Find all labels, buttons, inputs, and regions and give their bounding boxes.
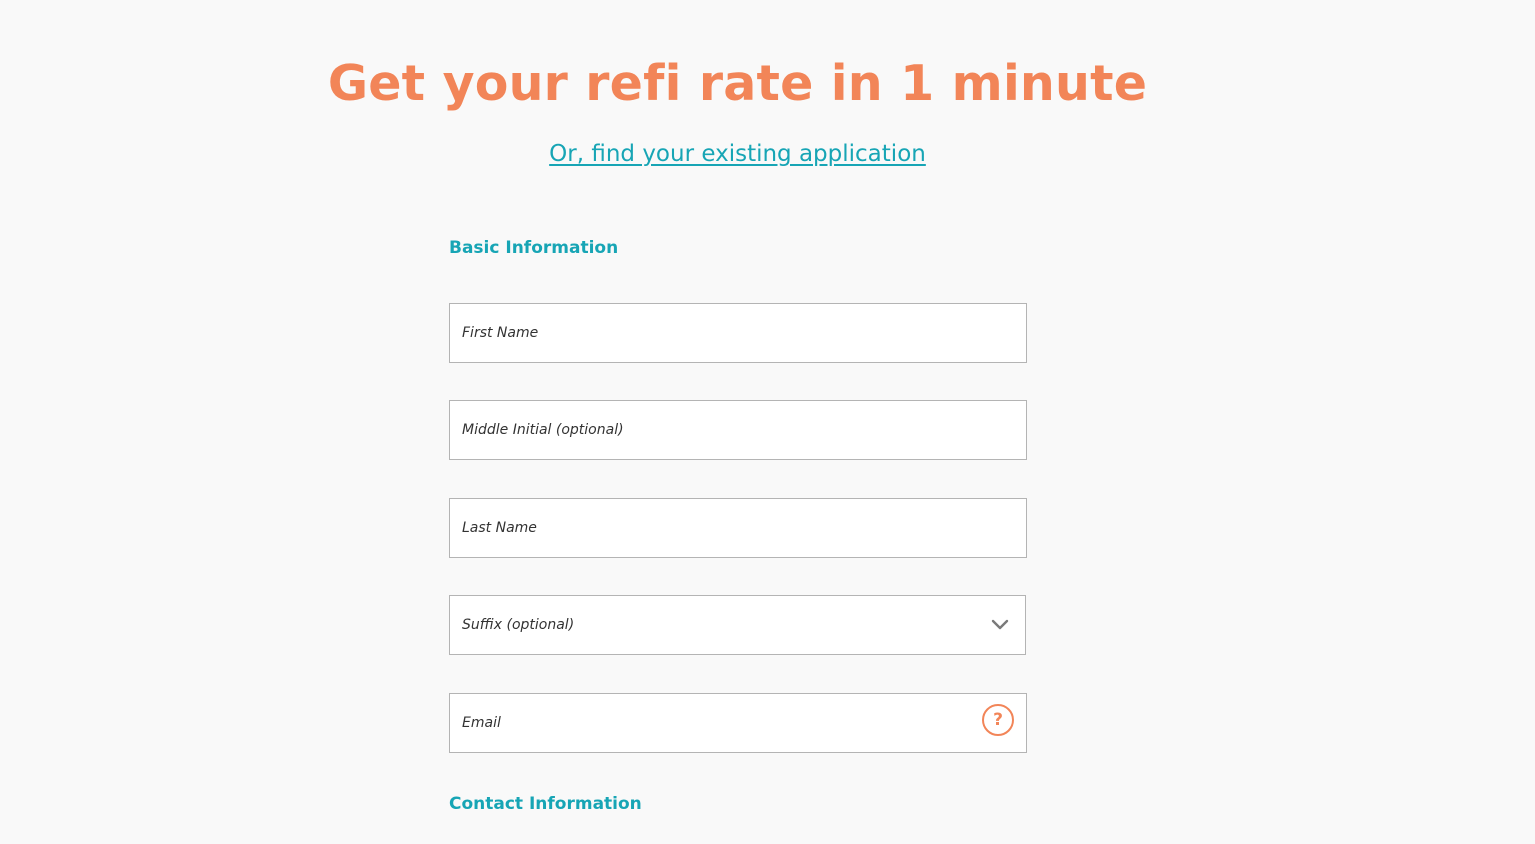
last-name-field[interactable] [449,498,1027,558]
basic-information-heading: Basic Information [449,238,619,258]
middle-initial-field[interactable] [449,400,1027,460]
suffix-select-value: Suffix (optional) [462,617,575,633]
help-icon[interactable]: ? [982,704,1014,736]
first-name-field[interactable] [449,303,1027,363]
chevron-down-icon [991,619,1009,630]
suffix-select[interactable]: Suffix (optional) [449,595,1026,655]
existing-application-link[interactable]: Or, find your existing application [549,141,926,167]
page-title: Get your refi rate in 1 minute [327,55,1148,112]
email-field[interactable]: ? [449,693,1027,753]
existing-application-link-wrapper: Or, find your existing application [0,138,1475,170]
email-input[interactable] [450,694,1026,752]
refi-application-page: Get your refi rate in 1 minute Or, find … [0,0,1535,844]
contact-information-heading: Contact Information [449,794,642,814]
first-name-input[interactable] [450,304,1026,362]
last-name-input[interactable] [450,499,1026,557]
middle-initial-input[interactable] [450,401,1026,459]
